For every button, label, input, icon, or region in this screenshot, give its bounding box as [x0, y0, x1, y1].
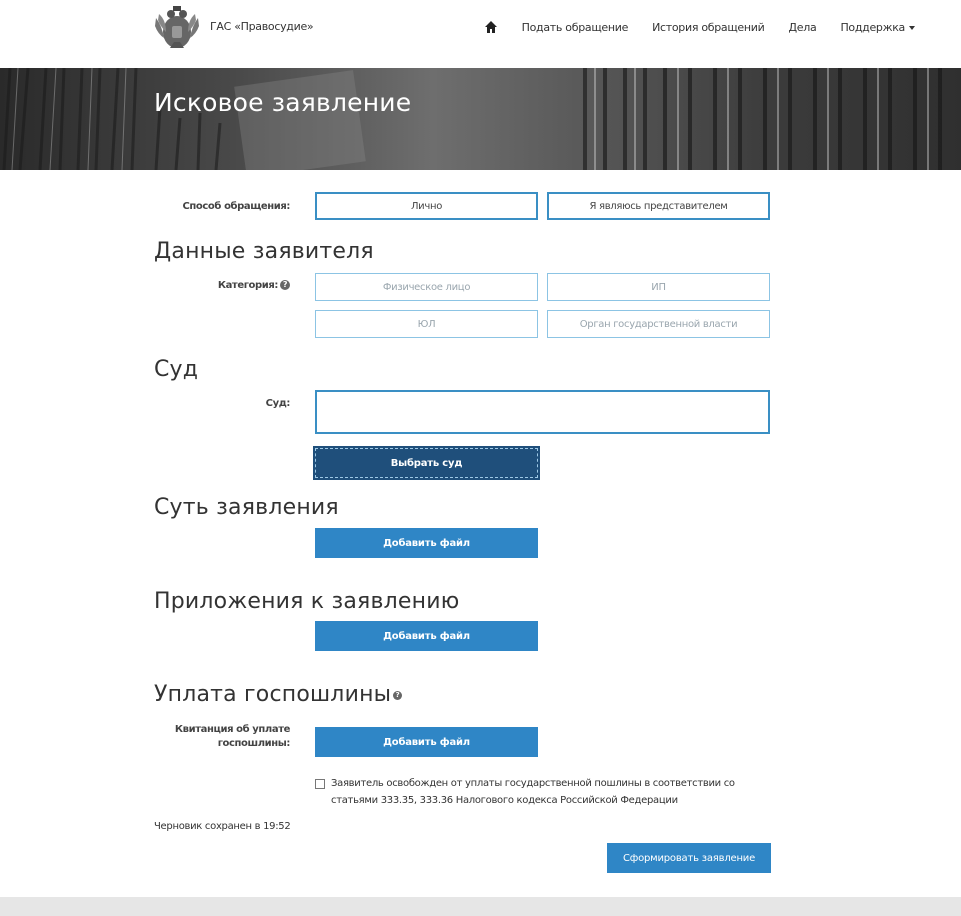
nav-cases-link[interactable]: Дела [789, 21, 817, 34]
help-icon[interactable]: ? [280, 280, 290, 290]
category-option-ie[interactable]: ИП [547, 273, 770, 301]
top-navbar: ГАС «Правосудие» Подать обращение Истори… [0, 0, 961, 68]
fee-section-title: Уплата госпошлины? [154, 682, 403, 707]
nav-submit-link[interactable]: Подать обращение [522, 21, 629, 34]
chevron-down-icon [909, 25, 915, 30]
receipt-label: Квитанция об уплате госпошлины: [150, 723, 291, 751]
fee-exempt-label[interactable]: Заявитель освобожден от уплаты государст… [331, 775, 781, 809]
category-option-individual[interactable]: Физическое лицо [315, 273, 538, 301]
court-label: Суд: [265, 398, 291, 409]
receipt-label-line1: Квитанция об уплате [174, 724, 291, 735]
court-input[interactable] [315, 390, 770, 434]
nav-support-dropdown[interactable]: Поддержка [840, 21, 915, 34]
essence-section-title: Суть заявления [154, 495, 339, 520]
category-option-state-authority[interactable]: Орган государственной власти [547, 310, 770, 338]
nav-support-label: Поддержка [840, 20, 905, 34]
essence-add-file-button[interactable]: Добавить файл [315, 528, 538, 558]
nav-history-link[interactable]: История обращений [652, 21, 765, 34]
applicant-section-title: Данные заявителя [154, 239, 374, 264]
fee-title-text: Уплата госпошлины [154, 682, 392, 707]
submit-application-button[interactable]: Сформировать заявление [607, 843, 771, 873]
receipt-label-line2: госпошлины: [217, 738, 291, 749]
category-label-group: Категория:? [150, 280, 290, 291]
category-label: Категория: [217, 280, 279, 291]
method-label: Способ обращения: [182, 201, 290, 212]
page-banner: Исковое заявление [0, 68, 961, 170]
page-footer [0, 897, 961, 916]
coat-of-arms-logo[interactable] [152, 4, 202, 54]
help-icon[interactable]: ? [393, 690, 403, 700]
page-title: Исковое заявление [154, 88, 412, 117]
brand-name[interactable]: ГАС «Правосудие» [210, 20, 314, 33]
attachments-section-title: Приложения к заявлению [154, 589, 460, 614]
main-nav: Подать обращение История обращений Дела … [484, 20, 915, 34]
court-section-title: Суд [154, 357, 199, 382]
method-option-in-person[interactable]: Лично [315, 192, 538, 220]
select-court-button[interactable]: Выбрать суд [313, 446, 540, 480]
attachments-add-file-button[interactable]: Добавить файл [315, 621, 538, 651]
category-option-legal-entity[interactable]: ЮЛ [315, 310, 538, 338]
fee-exempt-checkbox[interactable] [315, 779, 325, 789]
receipt-add-file-button[interactable]: Добавить файл [315, 727, 538, 757]
home-icon[interactable] [484, 20, 498, 34]
method-option-representative[interactable]: Я являюсь представителем [547, 192, 770, 220]
banner-books-image [2, 68, 942, 170]
draft-status: Черновик сохранен в 19:52 [154, 821, 291, 832]
